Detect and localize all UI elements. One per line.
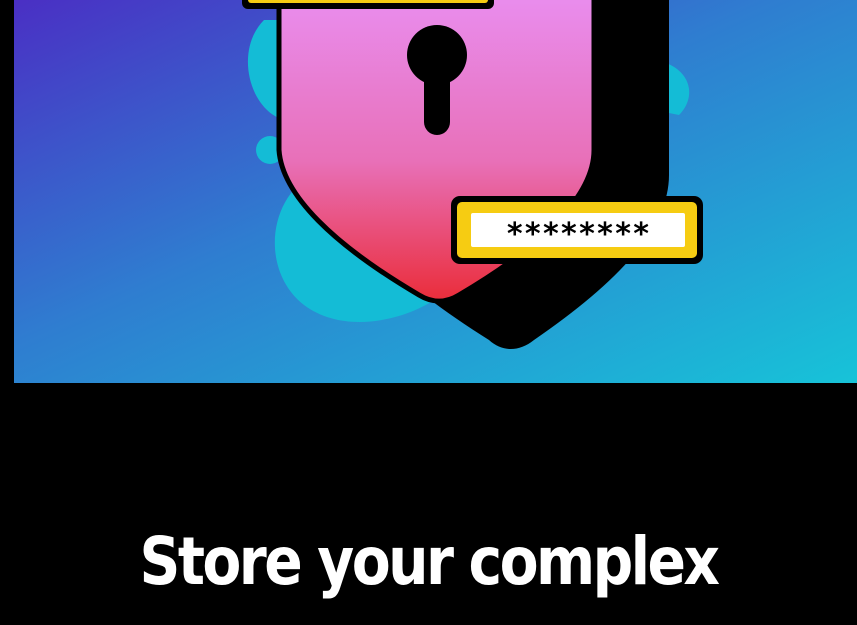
hero-illustration: ******** [14, 0, 857, 383]
password-field: ******** [451, 196, 703, 264]
password-mask: ******** [506, 217, 651, 252]
top-password-field [242, 0, 494, 9]
screen: ******** Store your complex [0, 0, 857, 625]
headline: Store your complex [139, 523, 721, 600]
